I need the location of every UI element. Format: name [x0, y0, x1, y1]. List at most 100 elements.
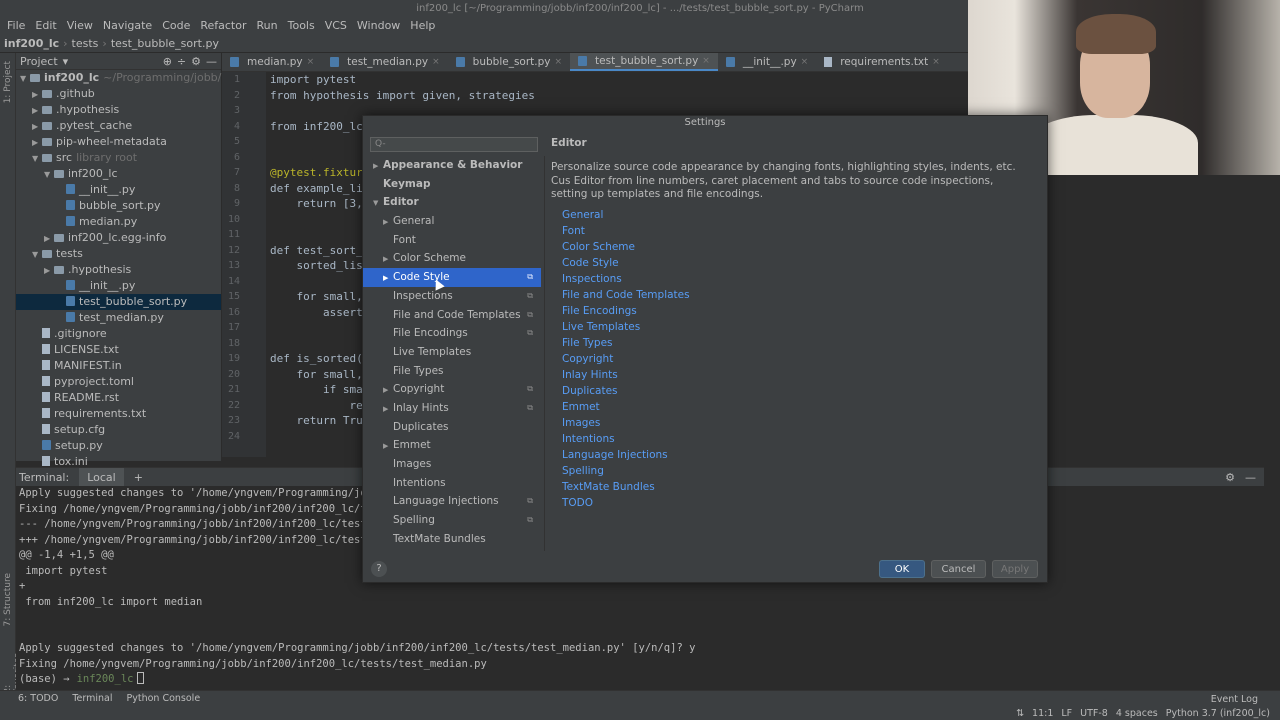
chevron-right-icon[interactable]: ▶ — [383, 213, 393, 232]
settings-link-live-templates[interactable]: Live Templates — [562, 319, 690, 335]
tree-row[interactable]: setup.cfg — [16, 422, 221, 438]
hide-icon[interactable]: — — [1245, 471, 1256, 484]
settings-tree-item-editor[interactable]: ▼ Editor — [363, 193, 541, 212]
settings-tree-item-inspections[interactable]: Inspections ⧉ — [363, 287, 541, 306]
terminal-tab-local[interactable]: Local — [79, 467, 124, 487]
menu-item-vcs[interactable]: VCS — [320, 17, 352, 34]
menu-item-run[interactable]: Run — [252, 17, 283, 34]
tab-test-bubble-sort-py[interactable]: test_bubble_sort.py × — [570, 53, 718, 71]
tree-row[interactable]: MANIFEST.in — [16, 358, 221, 374]
chevron-right-icon[interactable]: ▶ — [44, 231, 54, 247]
settings-link-file-encodings[interactable]: File Encodings — [562, 303, 690, 319]
tree-row[interactable]: median.py — [16, 214, 221, 230]
chevron-right-icon[interactable]: ▶ — [32, 103, 42, 119]
settings-link-todo[interactable]: TODO — [562, 495, 690, 511]
chevron-right-icon[interactable]: ▶ — [32, 87, 42, 103]
settings-tree-item-code-style[interactable]: ▶ Code Style ⧉ — [363, 268, 541, 287]
hide-icon[interactable]: — — [206, 55, 217, 68]
chevron-right-icon[interactable]: ▶ — [32, 135, 42, 151]
settings-link-code-style[interactable]: Code Style — [562, 255, 690, 271]
menu-item-navigate[interactable]: Navigate — [98, 17, 157, 34]
collapse-icon[interactable]: ÷ — [177, 55, 186, 68]
settings-link-emmet[interactable]: Emmet — [562, 399, 690, 415]
settings-link-file-and-code-templates[interactable]: File and Code Templates — [562, 287, 690, 303]
settings-link-duplicates[interactable]: Duplicates — [562, 383, 690, 399]
close-icon[interactable]: × — [932, 57, 940, 67]
tree-row[interactable]: LICENSE.txt — [16, 342, 221, 358]
project-tool-tab[interactable]: 1: Project — [3, 61, 13, 103]
settings-link-language-injections[interactable]: Language Injections — [562, 447, 690, 463]
structure-tool-tab[interactable]: 7: Structure — [3, 573, 13, 627]
tree-row[interactable]: pyproject.toml — [16, 374, 221, 390]
settings-link-copyright[interactable]: Copyright — [562, 351, 690, 367]
settings-tree-item-keymap[interactable]: Keymap — [363, 175, 541, 194]
tree-row[interactable]: __init__.py — [16, 278, 221, 294]
menu-item-file[interactable]: File — [2, 17, 30, 34]
settings-tree-item-file-types[interactable]: File Types — [363, 362, 541, 381]
settings-link-textmate-bundles[interactable]: TextMate Bundles — [562, 479, 690, 495]
close-icon[interactable]: × — [432, 57, 440, 67]
cancel-button[interactable]: Cancel — [931, 560, 986, 578]
tree-row[interactable]: test_median.py — [16, 310, 221, 326]
close-icon[interactable]: × — [307, 57, 315, 67]
close-icon[interactable]: × — [801, 57, 809, 67]
menu-item-help[interactable]: Help — [405, 17, 440, 34]
settings-tree-item-images[interactable]: Images — [363, 455, 541, 474]
chevron-right-icon[interactable]: ▶ — [383, 269, 393, 288]
tree-row[interactable]: bubble_sort.py — [16, 198, 221, 214]
ok-button[interactable]: OK — [879, 560, 925, 578]
gear-icon[interactable]: ⚙ — [191, 55, 201, 68]
chevron-right-icon[interactable]: ▶ — [32, 119, 42, 135]
tree-row[interactable]: requirements.txt — [16, 406, 221, 422]
tab--init-py[interactable]: __init__.py × — [718, 53, 816, 71]
chevron-down-icon[interactable]: ▼ — [20, 71, 30, 87]
gear-icon[interactable]: ⚙ — [1225, 471, 1235, 484]
menu-item-tools[interactable]: Tools — [283, 17, 320, 34]
chevron-down-icon[interactable]: ▼ — [32, 247, 42, 263]
settings-link-general[interactable]: General — [562, 207, 690, 223]
chevron-right-icon[interactable]: ▶ — [383, 437, 393, 456]
terminal-tool-tab[interactable]: Terminal — [72, 693, 112, 704]
settings-link-color-scheme[interactable]: Color Scheme — [562, 239, 690, 255]
tree-row[interactable]: ▶ .github — [16, 86, 221, 102]
status-item[interactable]: 11:1 — [1032, 708, 1053, 719]
tab-requirements-txt[interactable]: requirements.txt × — [816, 53, 948, 71]
tree-row[interactable]: ▼ inf200_lc — [16, 166, 221, 182]
tree-row[interactable]: ▼ inf200_lc ~/Programming/jobb/inf200/in — [16, 70, 270, 87]
settings-link-spelling[interactable]: Spelling — [562, 463, 690, 479]
settings-link-inspections[interactable]: Inspections — [562, 271, 690, 287]
chevron-right-icon[interactable]: ▶ — [383, 400, 393, 419]
chevron-down-icon[interactable]: ▼ — [44, 167, 54, 183]
settings-link-font[interactable]: Font — [562, 223, 690, 239]
tree-row[interactable]: ▼ src library root — [16, 150, 221, 166]
tree-row[interactable]: ▶ .pytest_cache — [16, 118, 221, 134]
breadcrumb-item[interactable]: tests — [72, 37, 99, 50]
settings-tree-item-color-scheme[interactable]: ▶ Color Scheme — [363, 249, 541, 268]
menu-item-refactor[interactable]: Refactor — [195, 17, 251, 34]
tree-row[interactable]: ▶ inf200_lc.egg-info — [16, 230, 221, 246]
breadcrumb-item[interactable]: test_bubble_sort.py — [111, 37, 219, 50]
python-console-tool-tab[interactable]: Python Console — [127, 693, 201, 704]
tree-row[interactable]: ▶ .hypothesis — [16, 102, 221, 118]
settings-tree-item-intentions[interactable]: Intentions — [363, 474, 541, 493]
settings-tree-item-general[interactable]: ▶ General — [363, 212, 541, 231]
add-icon[interactable]: + — [134, 471, 143, 484]
settings-link-images[interactable]: Images — [562, 415, 690, 431]
settings-tree-item-file-and-code-templates[interactable]: File and Code Templates ⧉ — [363, 306, 541, 325]
chevron-down-icon[interactable]: ▾ — [63, 55, 69, 68]
status-item[interactable]: Python 3.7 (inf200_lc) — [1166, 708, 1270, 719]
settings-link-file-types[interactable]: File Types — [562, 335, 690, 351]
tree-row[interactable]: ▶ .hypothesis — [16, 262, 221, 278]
close-icon[interactable]: × — [555, 57, 563, 67]
settings-tree-item-live-templates[interactable]: Live Templates — [363, 343, 541, 362]
tab-median-py[interactable]: median.py × — [222, 53, 322, 71]
chevron-down-icon[interactable]: ▼ — [373, 194, 383, 213]
event-log-button[interactable]: Event Log — [1211, 694, 1258, 705]
settings-tree-item-font[interactable]: Font — [363, 231, 541, 250]
settings-tree-item-file-encodings[interactable]: File Encodings ⧉ — [363, 324, 541, 343]
settings-tree-item-duplicates[interactable]: Duplicates — [363, 418, 541, 437]
breadcrumb-item[interactable]: inf200_lc — [4, 37, 59, 50]
settings-tree-item-spelling[interactable]: Spelling ⧉ — [363, 511, 541, 530]
help-icon[interactable]: ? — [371, 561, 387, 577]
tree-row[interactable]: ▶ pip-wheel-metadata — [16, 134, 221, 150]
